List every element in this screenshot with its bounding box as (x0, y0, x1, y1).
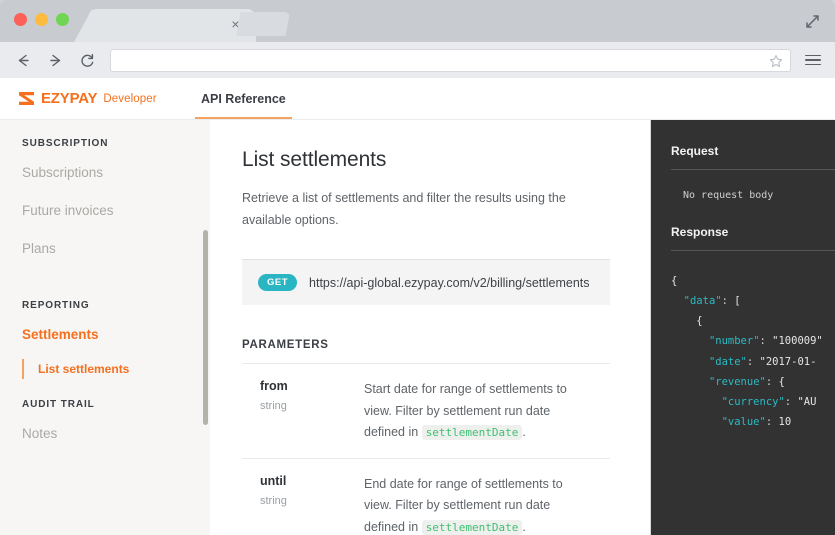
header-nav: API Reference (195, 78, 292, 119)
brand-name: EZYPAY (41, 90, 98, 107)
parameter-description-suffix: . (522, 519, 526, 534)
maximize-window-button[interactable] (56, 13, 69, 26)
reload-icon[interactable] (78, 51, 96, 69)
brand-logo[interactable]: EZYPAY Developer (0, 78, 195, 119)
inline-code-settlementdate: settlementDate (421, 425, 523, 440)
sidebar-section-reporting: REPORTING (22, 299, 90, 311)
parameter-meta: from string (260, 379, 364, 444)
parameter-type: string (260, 494, 287, 507)
sidebar-item-settlements[interactable]: Settlements (0, 327, 210, 343)
parameter-name: until (260, 473, 287, 488)
window-controls (14, 13, 69, 26)
browser-toolbar (0, 42, 835, 78)
site-header: EZYPAY Developer API Reference (0, 78, 835, 120)
parameter-description: End date for range of settlements to vie… (364, 474, 579, 535)
endpoint-url: https://api-global.ezypay.com/v2/billing… (309, 275, 590, 290)
endpoint-block: GET https://api-global.ezypay.com/v2/bil… (242, 259, 610, 305)
sidebar-item-subscriptions[interactable]: Subscriptions (0, 165, 210, 181)
sidebar-section-subscription: SUBSCRIPTION (22, 138, 109, 149)
sidebar-scrollbar[interactable] (203, 230, 208, 425)
main-content: List settlements Retrieve a list of sett… (210, 120, 650, 535)
sidebar: SUBSCRIPTION Subscriptions Future invoic… (0, 120, 210, 535)
page-body: SUBSCRIPTION Subscriptions Future invoic… (0, 120, 835, 535)
bookmark-star-icon[interactable] (769, 54, 783, 68)
browser-menu-icon[interactable] (805, 54, 821, 66)
ezypay-logo-icon (18, 91, 35, 106)
minimize-window-button[interactable] (35, 13, 48, 26)
sidebar-section-audit-trail: AUDIT TRAIL (22, 398, 95, 410)
address-bar[interactable] (110, 48, 791, 72)
code-panel: Request No request body Response { "data… (650, 120, 835, 535)
expand-arrows-icon (806, 14, 819, 28)
inline-code-settlementdate: settlementDate (421, 519, 523, 535)
http-method-badge: GET (258, 274, 298, 291)
parameter-name: from (260, 379, 288, 393)
sidebar-item-plans[interactable]: Plans (0, 241, 210, 257)
request-heading: Request (671, 144, 719, 158)
browser-tab-active[interactable]: × (88, 9, 256, 42)
response-json: { "data": [ { "number": "100009" "date":… (671, 275, 823, 429)
tab-api-reference-label: API Reference (201, 91, 286, 106)
brand-subtitle: Developer (103, 92, 157, 105)
sidebar-item-notes[interactable]: Notes (0, 426, 210, 442)
tab-api-reference[interactable]: API Reference (195, 78, 292, 119)
forward-icon[interactable] (46, 51, 64, 69)
parameter-description: Start date for range of settlements to v… (364, 379, 579, 444)
parameters-heading: PARAMETERS (242, 339, 329, 351)
sidebar-subitems: List settlements (0, 358, 210, 379)
response-heading: Response (671, 225, 729, 239)
expand-window-button[interactable] (790, 0, 835, 42)
table-row: until string End date for range of settl… (242, 457, 610, 535)
sidebar-item-list-settlements[interactable]: List settlements (22, 358, 210, 379)
close-window-button[interactable] (14, 13, 27, 26)
parameter-type: string (260, 400, 287, 412)
request-divider (671, 169, 835, 170)
back-icon[interactable] (14, 51, 32, 69)
sidebar-item-future-invoices[interactable]: Future invoices (0, 203, 210, 219)
browser-window: × EZYPAY Developer API Reference SUBSCRI… (0, 0, 835, 535)
parameter-meta: until string (260, 474, 364, 535)
table-row: from string Start date for range of sett… (242, 363, 610, 458)
page-title: List settlements (242, 148, 387, 171)
page-description: Retrieve a list of settlements and filte… (242, 191, 566, 227)
parameter-description-suffix: . (522, 425, 526, 439)
request-body-note: No request body (683, 190, 774, 201)
browser-tab-secondary[interactable] (236, 12, 290, 36)
browser-tab-bar: × (0, 0, 835, 42)
response-divider (671, 250, 835, 251)
